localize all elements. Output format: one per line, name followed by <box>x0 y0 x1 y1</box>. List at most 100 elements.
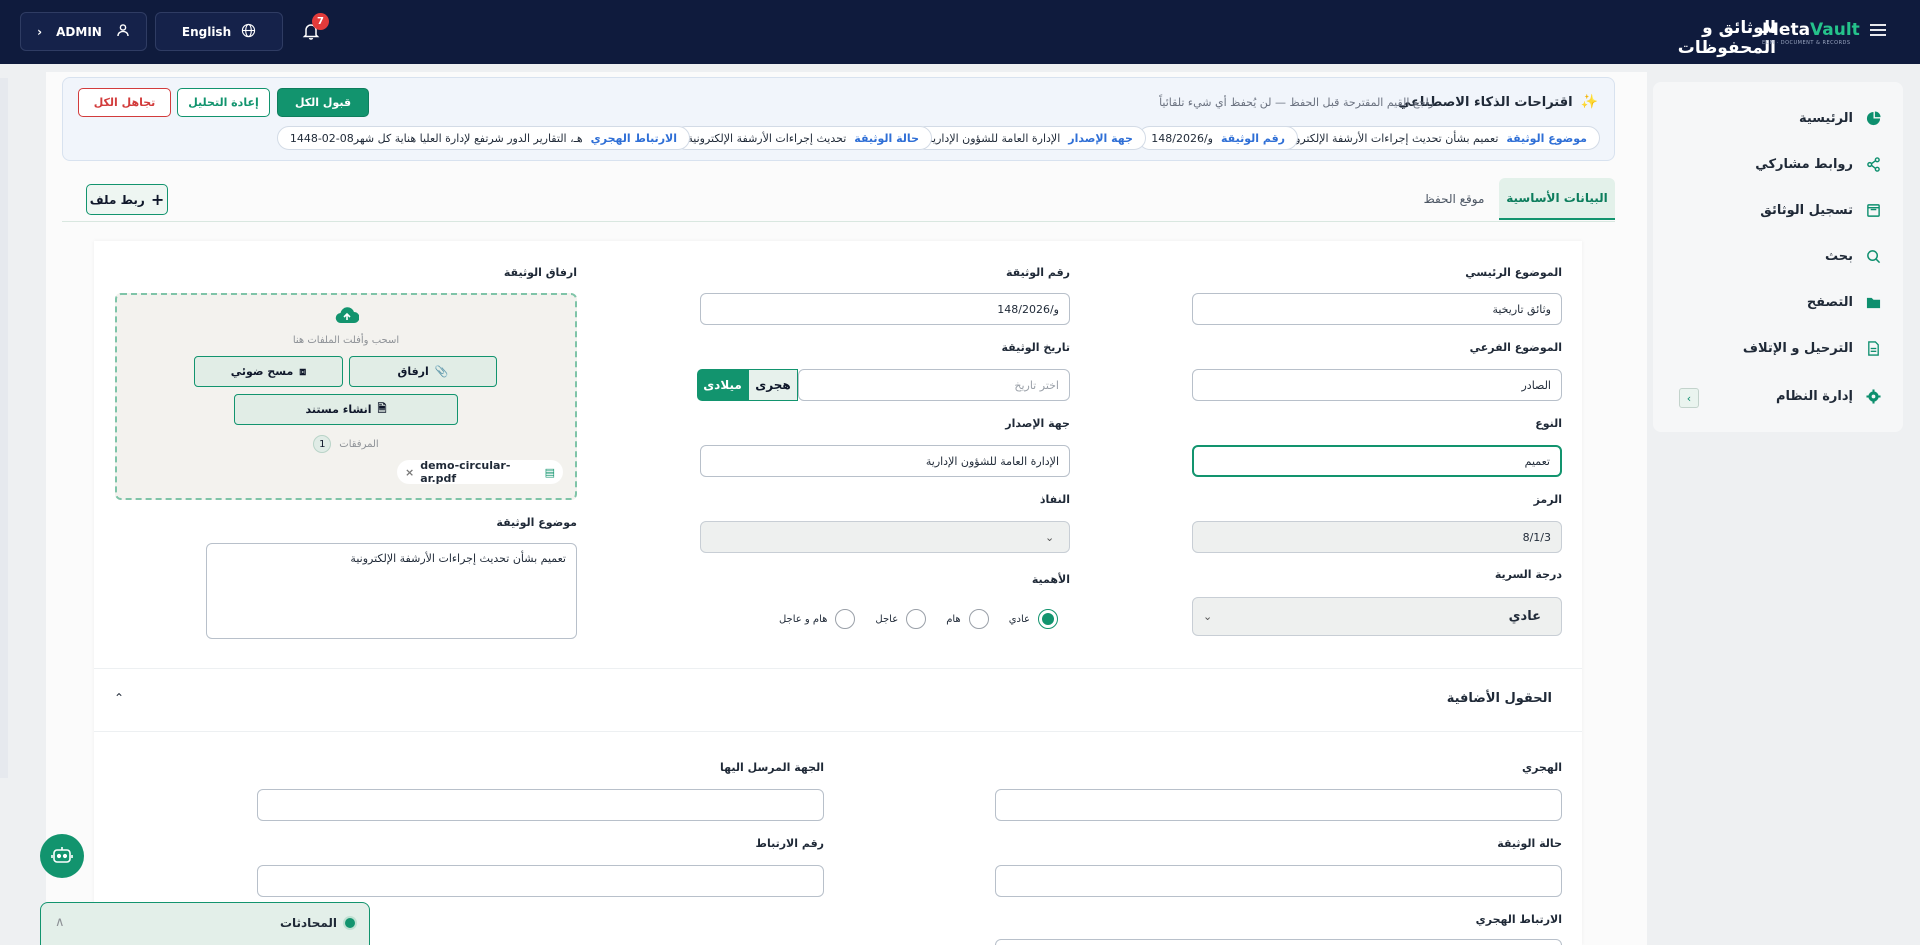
drop-instructions: اسحب وأفلت الملفات هنا <box>292 335 400 346</box>
chip-key: رقم الوثيقة <box>1221 131 1285 145</box>
ai-suggestions-panel: اقتراحات الذكاء الاصطناعي ✨ راجع القيم ا… <box>62 77 1615 161</box>
search-icon <box>1865 248 1881 264</box>
language-label: English <box>181 24 232 39</box>
ai-chip-hijri-link[interactable]: الارتباط الهجري 1448-02-08هـ، التقارير ا… <box>276 126 690 150</box>
doc-subject-label: موضوع الوثيقة <box>496 516 577 529</box>
share-icon <box>1865 156 1881 172</box>
sidebar-item-browse[interactable]: التصفح <box>1807 294 1881 310</box>
tabs-row: البيانات الأساسية موقع الحفظ ربط ملف + <box>62 178 1615 222</box>
hijri-link-input[interactable] <box>995 939 1562 945</box>
doc-number-label: رقم الوثيقة <box>1006 266 1070 279</box>
doc-status-input[interactable] <box>995 865 1562 897</box>
radio-label: هام <box>946 613 961 625</box>
sub-subject-label: الموضوع الفرعي <box>1469 341 1562 354</box>
tab-storage-location[interactable]: موقع الحفظ <box>1409 178 1499 220</box>
link-number-label: رقم الارتباط <box>755 837 824 850</box>
file-name: demo-circular-ar.pdf <box>420 459 511 485</box>
chat-title-text: المحادثات <box>279 916 337 930</box>
menu-icon[interactable] <box>1868 20 1890 42</box>
hijri-input[interactable] <box>995 789 1562 821</box>
accept-all-button[interactable]: قبول الكل <box>277 88 369 117</box>
chip-value: تعميم بشأن تحديث إجراءات الأرشفة الإلكتر… <box>1282 131 1499 145</box>
radio-circle <box>1038 609 1058 629</box>
file-drop-zone[interactable]: اسحب وأفلت الملفات هنا ارفاق 📎 مسح ضوئي … <box>115 293 577 500</box>
logo-subtitle: ECM · DOCUMENT & RECORDS <box>1762 40 1851 46</box>
doc-date-input[interactable]: اختر تاريخ <box>798 369 1070 401</box>
attached-file-chip[interactable]: × demo-circular-ar.pdf ▤ <box>397 459 563 485</box>
user-menu-button[interactable]: › ADMIN <box>20 12 147 51</box>
chevron-up-icon[interactable]: ∧ <box>55 915 65 930</box>
importance-important-urgent-radio[interactable]: هام و عاجل <box>778 609 856 629</box>
chip-key: موضوع الوثيقة <box>1506 131 1587 145</box>
globe-icon <box>241 23 256 41</box>
sidebar-item-home[interactable]: الرئيسية <box>1799 110 1881 126</box>
type-input[interactable]: تعميم <box>1192 445 1562 477</box>
create-document-label: انشاء مستند <box>305 403 372 416</box>
archive-icon <box>1865 202 1881 218</box>
notification-badge: 7 <box>312 13 329 30</box>
chatbot-button[interactable] <box>40 834 84 878</box>
reanalyze-button[interactable]: إعادة التحليل <box>177 88 270 117</box>
tab-basic-data[interactable]: البيانات الأساسية <box>1499 178 1615 220</box>
attach-button[interactable]: ارفاق 📎 <box>349 356 497 387</box>
app-title: الوثائق و المحفوظات <box>1677 18 1776 58</box>
extra-fields-title: الحقول الأضافية <box>1446 691 1552 706</box>
secrecy-select[interactable]: ⌄ عادي <box>1192 597 1562 636</box>
main-subject-input[interactable]: وثائق تاريخية <box>1192 293 1562 325</box>
chevron-down-icon: ⌄ <box>1045 530 1055 544</box>
importance-normal-radio[interactable]: عادي <box>1009 609 1058 629</box>
recipient-input[interactable] <box>257 789 824 821</box>
issuer-label: جهة الإصدار <box>1005 417 1070 430</box>
create-document-button[interactable]: انشاء مستند 🗎 <box>234 394 458 425</box>
file-type-icon: ▤ <box>544 465 555 479</box>
sidebar-item-transfer-destroy[interactable]: الترحيل و الإتلاف <box>1743 340 1881 356</box>
sub-subject-input[interactable]: الصادر <box>1192 369 1562 401</box>
remove-file-icon[interactable]: × <box>405 466 414 479</box>
ai-chip-doc-status[interactable]: حالة الوثيقة تحديث إجراءات الأرشفة الإلك… <box>674 126 932 150</box>
top-bar: › ADMIN English 7 الوثائق و المحفوظات Me… <box>0 0 1920 64</box>
hijri-link-label: الارتباط الهجري <box>1475 913 1562 926</box>
doc-status-label: حالة الوثيقة <box>1497 837 1562 850</box>
importance-important-radio[interactable]: هام <box>946 609 989 629</box>
gregorian-toggle[interactable]: ميلادى <box>697 369 748 401</box>
radio-label: هام و عاجل <box>778 613 828 625</box>
attachments-label: ارفاق الوثيقة <box>503 266 577 279</box>
ai-chip-doc-number[interactable]: رقم الوثيقة و/148/2026 <box>1138 126 1298 150</box>
doc-number-input[interactable]: و/148/2026 <box>700 293 1070 325</box>
issuer-input[interactable]: الإدارة العامة للشؤون الإدارية <box>700 445 1070 477</box>
code-input[interactable]: 8/1/3 <box>1192 521 1562 553</box>
attachments-count-row: 1 المرفقات <box>117 435 575 453</box>
radio-circle <box>835 609 856 629</box>
document-icon: 🗎 <box>377 402 387 415</box>
sidebar-item-search[interactable]: بحث <box>1825 248 1881 264</box>
doc-subject-textarea[interactable]: تعميم بشأن تحديث إجراءات الأرشفة الإلكتر… <box>206 543 577 639</box>
link-file-button[interactable]: ربط ملف + <box>86 184 168 215</box>
ai-chip-issuer[interactable]: جهة الإصدار الإدارة العامة للشؤون الإدار… <box>914 126 1146 150</box>
importance-urgent-radio[interactable]: عاجل <box>875 609 927 629</box>
language-button[interactable]: English <box>155 12 283 51</box>
ai-chip-subject[interactable]: موضوع الوثيقة تعميم بشأن تحديث إجراءات ا… <box>1269 126 1600 150</box>
plus-icon: + <box>150 190 165 209</box>
link-number-input[interactable] <box>257 865 824 897</box>
sidebar-item-system-admin[interactable]: إدارة النظام <box>1776 388 1881 404</box>
enforcement-select[interactable]: ⌄ <box>700 521 1070 553</box>
chat-bar[interactable]: المحادثات ∧ <box>40 902 370 945</box>
secrecy-value: عادي <box>1508 609 1541 624</box>
attachments-count: 1 <box>313 435 332 453</box>
importance-label: الأهمية <box>1031 573 1070 586</box>
chat-title: المحادثات <box>280 916 355 930</box>
chevron-up-icon[interactable]: ⌃ <box>114 691 124 705</box>
pie-chart-icon <box>1865 110 1881 126</box>
ai-subtitle: راجع القيم المقترحة قبل الحفظ — لن يُحفظ… <box>1159 96 1434 109</box>
doc-date-label: تاريخ الوثيقة <box>1001 341 1071 354</box>
ignore-all-button[interactable]: تجاهل الكل <box>78 88 171 117</box>
chip-key: جهة الإصدار <box>1068 131 1133 145</box>
hijri-toggle[interactable]: هجرى <box>748 369 798 401</box>
collapse-sidebar-button[interactable]: ‹ <box>1679 388 1699 408</box>
sidebar-item-share-links[interactable]: روابط مشاركي <box>1755 156 1881 172</box>
extra-fields-header[interactable]: الحقول الأضافية ⌃ <box>94 668 1582 732</box>
scan-button[interactable]: مسح ضوئي ⧈ <box>194 356 343 387</box>
sidebar-item-register-docs[interactable]: تسجيل الوثائق <box>1760 202 1881 218</box>
importance-radio-group: عادي هام عاجل هام و عاجل <box>779 609 1058 629</box>
sidebar-item-label: بحث <box>1824 248 1853 264</box>
